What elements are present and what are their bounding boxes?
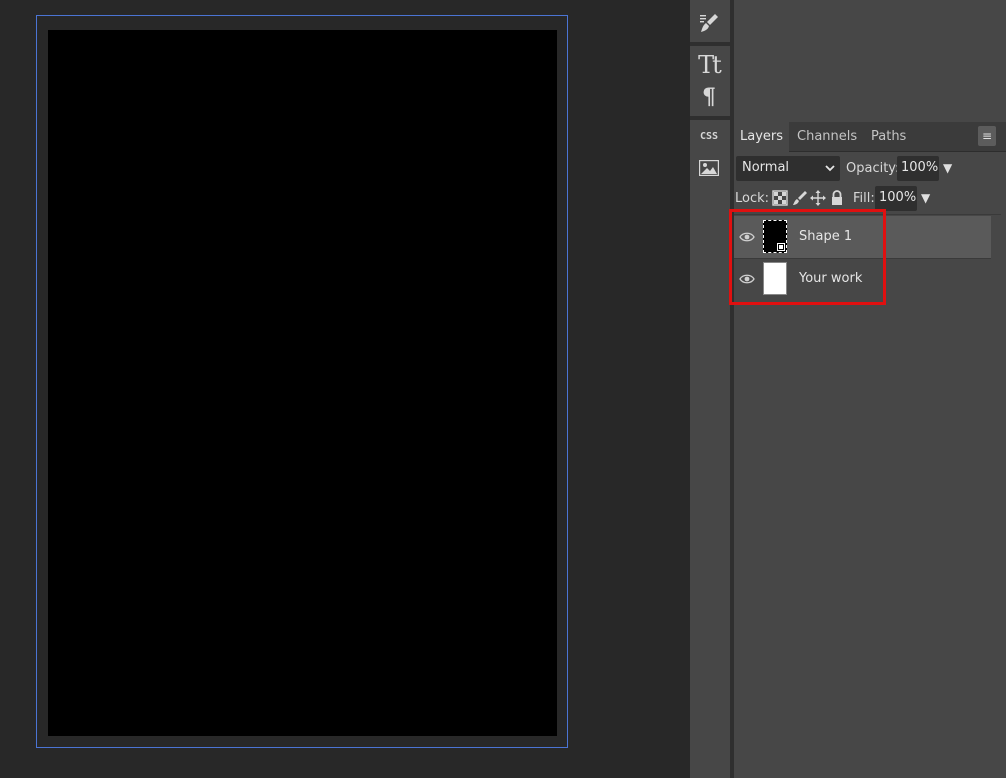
type-icon[interactable]: Tt [690, 50, 728, 80]
document-canvas[interactable] [48, 30, 557, 736]
tab-channels[interactable]: Channels [791, 122, 863, 152]
layer-thumbnail [763, 220, 787, 253]
layer-row-your-work[interactable]: Your work [734, 259, 991, 301]
layers-list-divider [734, 214, 1001, 215]
fill-dropdown-icon[interactable]: ▼ [921, 191, 930, 205]
opacity-dropdown-icon[interactable]: ▼ [943, 161, 952, 175]
layer-thumbnail [763, 262, 787, 295]
lock-all-icon[interactable] [829, 190, 845, 206]
tool-strip: Tt ¶ CSS [690, 0, 731, 778]
css-label: CSS [699, 130, 719, 142]
tab-layers[interactable]: Layers [734, 122, 790, 152]
eye-icon[interactable] [739, 229, 755, 245]
panel-tab-row: Layers Channels Paths ≡ [734, 122, 1006, 152]
fill-value: 100% [879, 190, 917, 205]
opacity-value: 100% [901, 160, 939, 175]
lock-label: Lock: [735, 191, 770, 206]
opacity-label: Opacity: [846, 161, 900, 176]
opacity-field[interactable]: 100% [897, 156, 939, 181]
layers-panel: Layers Channels Paths ≡ Normal Opacity: … [734, 0, 1006, 778]
blend-mode-select[interactable]: Normal [736, 156, 840, 181]
chevron-down-icon [825, 162, 835, 177]
blend-mode-value: Normal [742, 160, 790, 175]
css-icon[interactable]: CSS [690, 121, 728, 151]
lock-position-icon[interactable] [810, 190, 826, 206]
hamburger-icon[interactable]: ≡ [978, 126, 996, 146]
eye-icon[interactable] [739, 271, 755, 287]
brush-settings-icon[interactable] [690, 8, 728, 38]
shape-layer-icon [776, 242, 786, 252]
paragraph-icon[interactable]: ¶ [690, 82, 728, 112]
lock-transparency-icon[interactable] [772, 190, 788, 206]
image-icon[interactable] [690, 153, 728, 183]
fill-field[interactable]: 100% [875, 186, 917, 211]
lock-pixels-icon[interactable] [792, 190, 808, 206]
fill-label: Fill: [853, 191, 875, 206]
layer-name: Shape 1 [799, 229, 853, 244]
layer-name: Your work [799, 271, 863, 286]
tab-paths[interactable]: Paths [865, 122, 912, 152]
layer-row-shape-1[interactable]: Shape 1 [734, 216, 991, 258]
